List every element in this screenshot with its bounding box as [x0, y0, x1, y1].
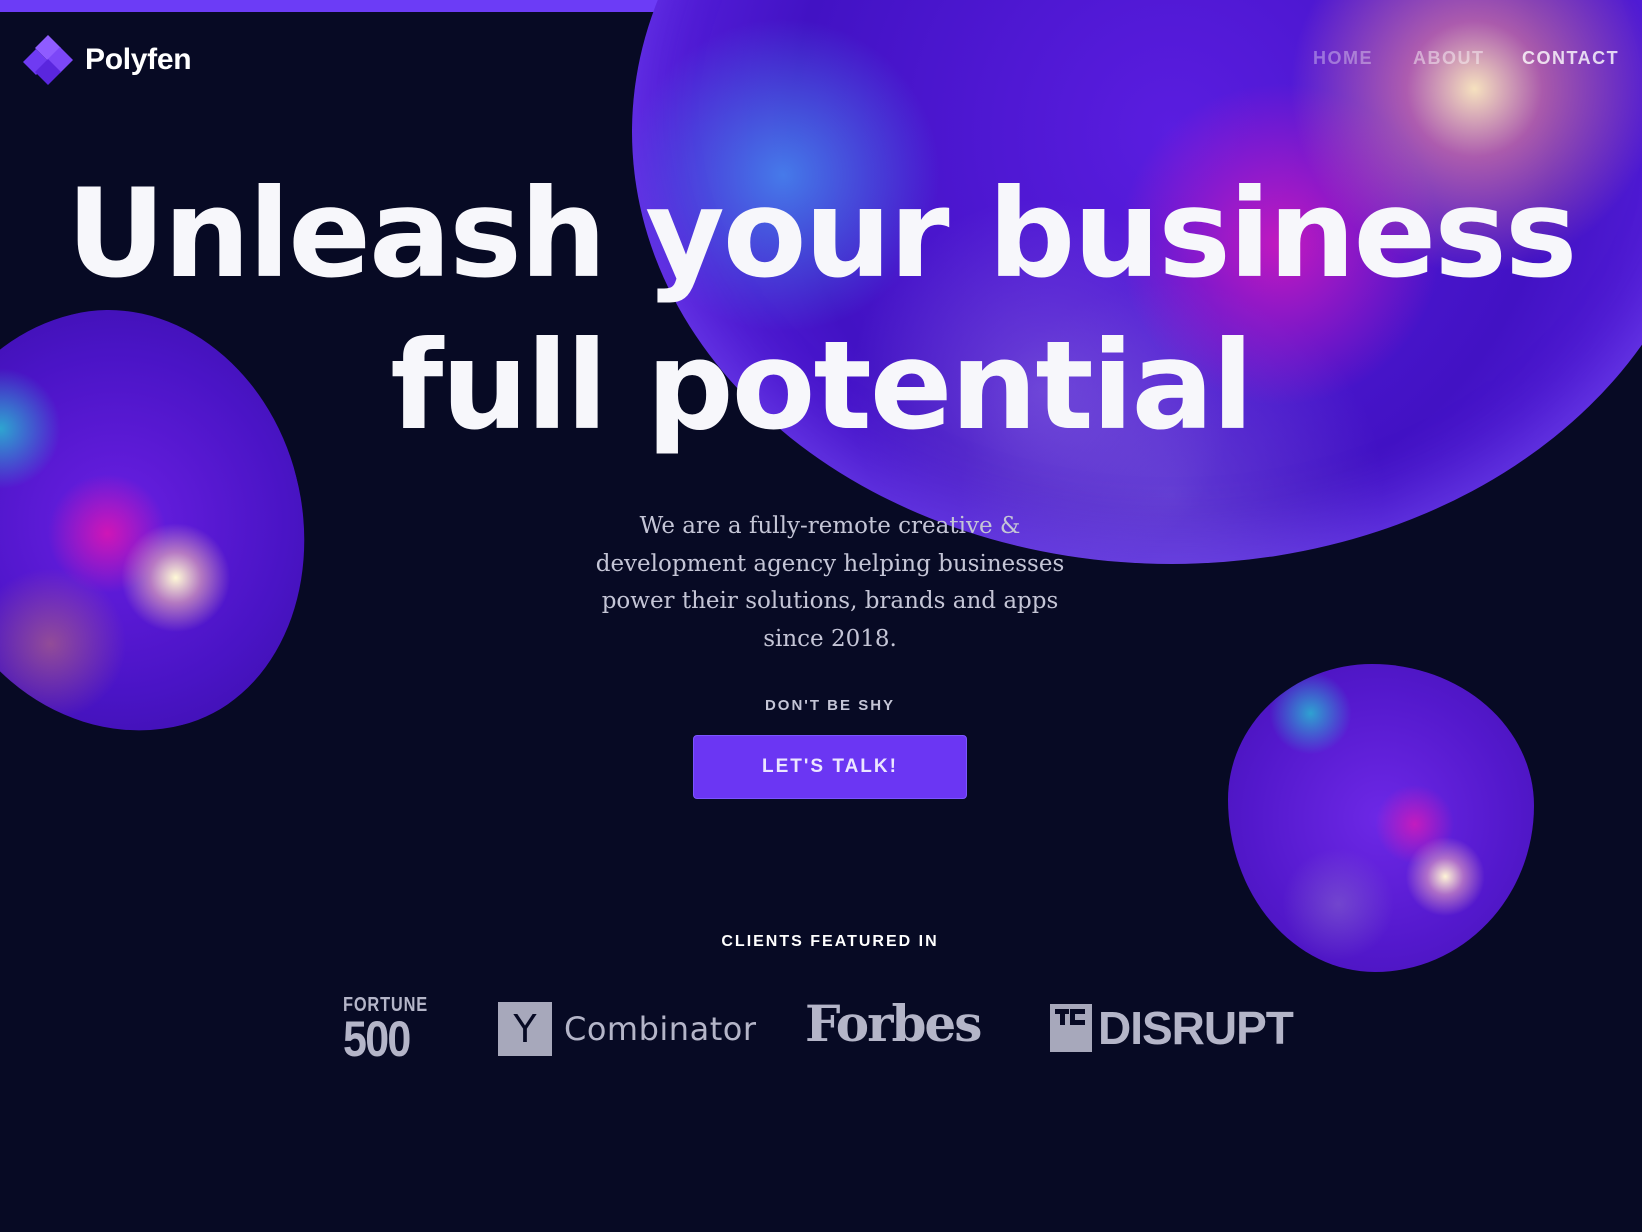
nav-home-link[interactable]: HOME [1313, 48, 1373, 69]
clients-heading: CLIENTS FEATURED IN [721, 933, 939, 950]
y-combinator-mark: Y [498, 1002, 552, 1056]
hero-description: We are a fully-remote creative & develop… [595, 513, 1065, 652]
fortune-500-logo-line2: 500 [343, 1011, 411, 1067]
hero-title: Unleash your business full potential [0, 158, 1642, 462]
lets-talk-button[interactable]: LET'S TALK! [693, 735, 967, 799]
forbes-logo: Forbes [805, 994, 982, 1053]
disrupt-text: DISRUPT [1098, 1002, 1294, 1054]
y-combinator-logo: Y Combinator [498, 1002, 756, 1056]
hero-title-line-1: Unleash your business [66, 163, 1577, 305]
y-combinator-text: Combinator [564, 1010, 757, 1048]
nav-about-link[interactable]: ABOUT [1413, 48, 1485, 69]
techcrunch-tc-icon [1050, 1004, 1092, 1052]
fortune-500-logo: FORTUNE 500 [343, 995, 427, 1067]
cta-kicker: DON'T BE SHY [764, 697, 896, 714]
nav-contact-link[interactable]: CONTACT [1522, 48, 1619, 69]
techcrunch-disrupt-logo: DISRUPT [1050, 1002, 1294, 1054]
hero-title-line-2: full potential [390, 315, 1253, 457]
main-nav: HOME ABOUT CONTACT [0, 48, 1642, 72]
